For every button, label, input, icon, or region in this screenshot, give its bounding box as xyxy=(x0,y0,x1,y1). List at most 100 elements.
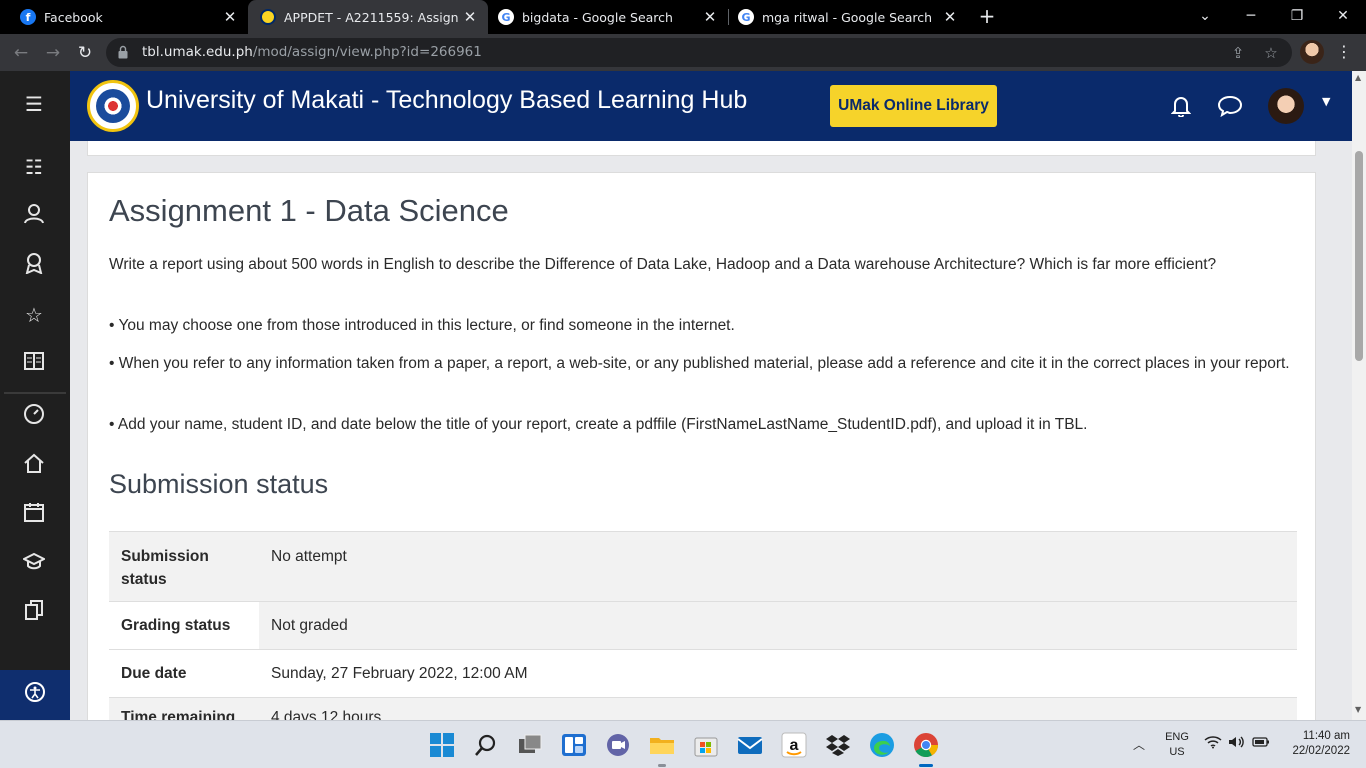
instruction-bullet: • When you refer to any information take… xyxy=(109,355,1290,372)
browser-profile-avatar[interactable] xyxy=(1300,40,1324,64)
address-bar[interactable]: tbl.umak.edu.ph/mod/assign/view.php?id=2… xyxy=(106,38,1292,67)
university-logo[interactable] xyxy=(87,80,139,132)
tab-facebook[interactable]: f Facebook ✕ xyxy=(0,0,248,34)
clock-date: 22/02/2022 xyxy=(1292,745,1350,757)
user-avatar[interactable] xyxy=(1268,88,1304,124)
close-tab-icon[interactable]: ✕ xyxy=(698,8,722,26)
google-icon: G xyxy=(498,9,514,25)
page-scrollbar[interactable]: ▲ ▼ xyxy=(1352,71,1366,720)
teams-chat-icon[interactable] xyxy=(605,732,631,758)
user-icon xyxy=(24,204,44,224)
close-window-button[interactable]: ✕ xyxy=(1320,0,1366,34)
battery-icon[interactable] xyxy=(1252,735,1270,753)
volume-icon[interactable] xyxy=(1228,735,1246,753)
accessibility-icon[interactable] xyxy=(21,681,49,709)
table-row: Grading status Not graded xyxy=(109,601,1297,650)
minimize-button[interactable]: ─ xyxy=(1228,0,1274,34)
tab-search-icon[interactable]: ⌄ xyxy=(1182,0,1228,34)
table-row: Submission status No attempt xyxy=(109,531,1297,602)
participants-icon[interactable] xyxy=(20,203,48,231)
calendar-grid-icon xyxy=(24,503,44,522)
windows-taskbar: a ︿ ENG US 11:40 am 22/02/2022 xyxy=(0,720,1366,768)
input-language-indicator[interactable]: ENG US xyxy=(1162,730,1192,760)
site-name[interactable]: University of Makati - Technology Based … xyxy=(146,86,747,115)
scroll-up-arrow-icon[interactable]: ▲ xyxy=(1355,73,1361,82)
assignment-description: Write a report using about 500 words in … xyxy=(109,256,1217,273)
system-clock[interactable]: 11:40 am 22/02/2022 xyxy=(1270,729,1350,759)
amazon-icon[interactable]: a xyxy=(781,732,807,758)
url-text: tbl.umak.edu.ph/mod/assign/view.php?id=2… xyxy=(142,44,482,60)
row-value: Not graded xyxy=(259,601,1297,650)
browser-tab-strip: f Facebook ✕ APPDET - A2211559: Assignme… xyxy=(0,0,1366,34)
chrome-browser-icon[interactable] xyxy=(913,732,939,767)
award-icon xyxy=(25,253,43,275)
new-tab-button[interactable]: + xyxy=(975,4,999,28)
close-tab-icon[interactable]: ✕ xyxy=(458,8,482,26)
task-view-icon[interactable] xyxy=(517,732,543,758)
accessibility-person-icon xyxy=(25,682,45,702)
close-tab-icon[interactable]: ✕ xyxy=(218,8,242,26)
umak-icon xyxy=(260,9,276,25)
edge-browser-icon[interactable] xyxy=(869,732,895,758)
microsoft-store-icon[interactable] xyxy=(693,732,719,758)
row-value: Sunday, 27 February 2022, 12:00 AM xyxy=(259,649,1297,698)
row-value: No attempt xyxy=(259,531,1297,602)
close-tab-icon[interactable]: ✕ xyxy=(938,8,962,26)
svg-text:a: a xyxy=(790,737,799,754)
row-label: Due date xyxy=(109,649,259,698)
courses-graduation-cap-icon[interactable] xyxy=(20,550,48,578)
user-menu-caret-icon[interactable]: ▼ xyxy=(1322,95,1330,108)
url-path: /mod/assign/view.php?id=266961 xyxy=(252,44,482,60)
list-icon[interactable]: ☷ xyxy=(20,153,48,181)
assignment-card: Assignment 1 - Data Science Write a repo… xyxy=(87,172,1316,738)
page-title: Assignment 1 - Data Science xyxy=(109,193,509,228)
row-label: Submission status xyxy=(109,531,259,602)
restore-button[interactable]: ❐ xyxy=(1274,0,1320,34)
tab-title: mga ritwal - Google Search xyxy=(762,9,933,25)
reload-button[interactable]: ↻ xyxy=(72,40,98,66)
site-navbar: University of Makati - Technology Based … xyxy=(70,71,1352,141)
grades-book-icon[interactable] xyxy=(20,350,48,378)
competencies-star-icon[interactable]: ☆ xyxy=(20,301,48,329)
house-icon xyxy=(24,453,44,473)
documents-icon xyxy=(25,600,43,620)
scroll-thumb[interactable] xyxy=(1355,151,1363,361)
scroll-down-arrow-icon[interactable]: ▼ xyxy=(1355,705,1361,714)
clock-time: 11:40 am xyxy=(1302,730,1350,742)
left-navigation-drawer: ☰ ☷ ☆ xyxy=(0,71,70,720)
tab-ritwal-search[interactable]: G mga ritwal - Google Search ✕ xyxy=(728,0,968,34)
home-icon[interactable] xyxy=(20,452,48,480)
notifications-bell-icon[interactable] xyxy=(1170,95,1192,118)
book-icon xyxy=(24,352,44,370)
calendar-icon[interactable] xyxy=(20,501,48,529)
tab-bigdata-search[interactable]: G bigdata - Google Search ✕ xyxy=(488,0,728,34)
wifi-icon[interactable] xyxy=(1204,735,1222,753)
messages-chat-icon[interactable] xyxy=(1217,95,1243,118)
submission-status-table: Submission status No attempt Grading sta… xyxy=(109,531,1297,738)
file-explorer-icon[interactable] xyxy=(649,732,675,767)
forward-button[interactable]: → xyxy=(40,40,66,66)
gauge-icon xyxy=(24,404,44,424)
back-button[interactable]: ← xyxy=(8,40,34,66)
mail-icon[interactable] xyxy=(737,732,763,758)
table-row: Due date Sunday, 27 February 2022, 12:00… xyxy=(109,649,1297,698)
share-icon[interactable]: ⇪ xyxy=(1228,43,1248,63)
search-icon[interactable] xyxy=(473,732,499,758)
hamburger-menu-icon[interactable]: ☰ xyxy=(20,90,48,118)
widgets-icon[interactable] xyxy=(561,732,587,758)
instruction-bullet: • You may choose one from those introduc… xyxy=(109,317,735,334)
windows-start-icon[interactable] xyxy=(429,732,455,758)
bookmark-star-icon[interactable]: ☆ xyxy=(1261,43,1281,63)
accessibility-panel xyxy=(0,670,70,720)
url-host: tbl.umak.edu.ph xyxy=(142,44,253,60)
tab-assignment[interactable]: APPDET - A2211559: Assignment 1 - Data S… xyxy=(248,0,488,34)
language-code: ENG xyxy=(1165,731,1189,743)
content-bank-icon[interactable] xyxy=(20,599,48,627)
browser-menu-icon[interactable]: ⋮ xyxy=(1336,41,1352,63)
badges-icon[interactable] xyxy=(20,252,48,280)
dropbox-icon[interactable] xyxy=(825,732,851,758)
show-hidden-icons-icon[interactable]: ︿ xyxy=(1133,736,1145,753)
online-library-button[interactable]: UMak Online Library xyxy=(830,85,997,127)
dashboard-gauge-icon[interactable] xyxy=(20,403,48,431)
google-icon: G xyxy=(738,9,754,25)
